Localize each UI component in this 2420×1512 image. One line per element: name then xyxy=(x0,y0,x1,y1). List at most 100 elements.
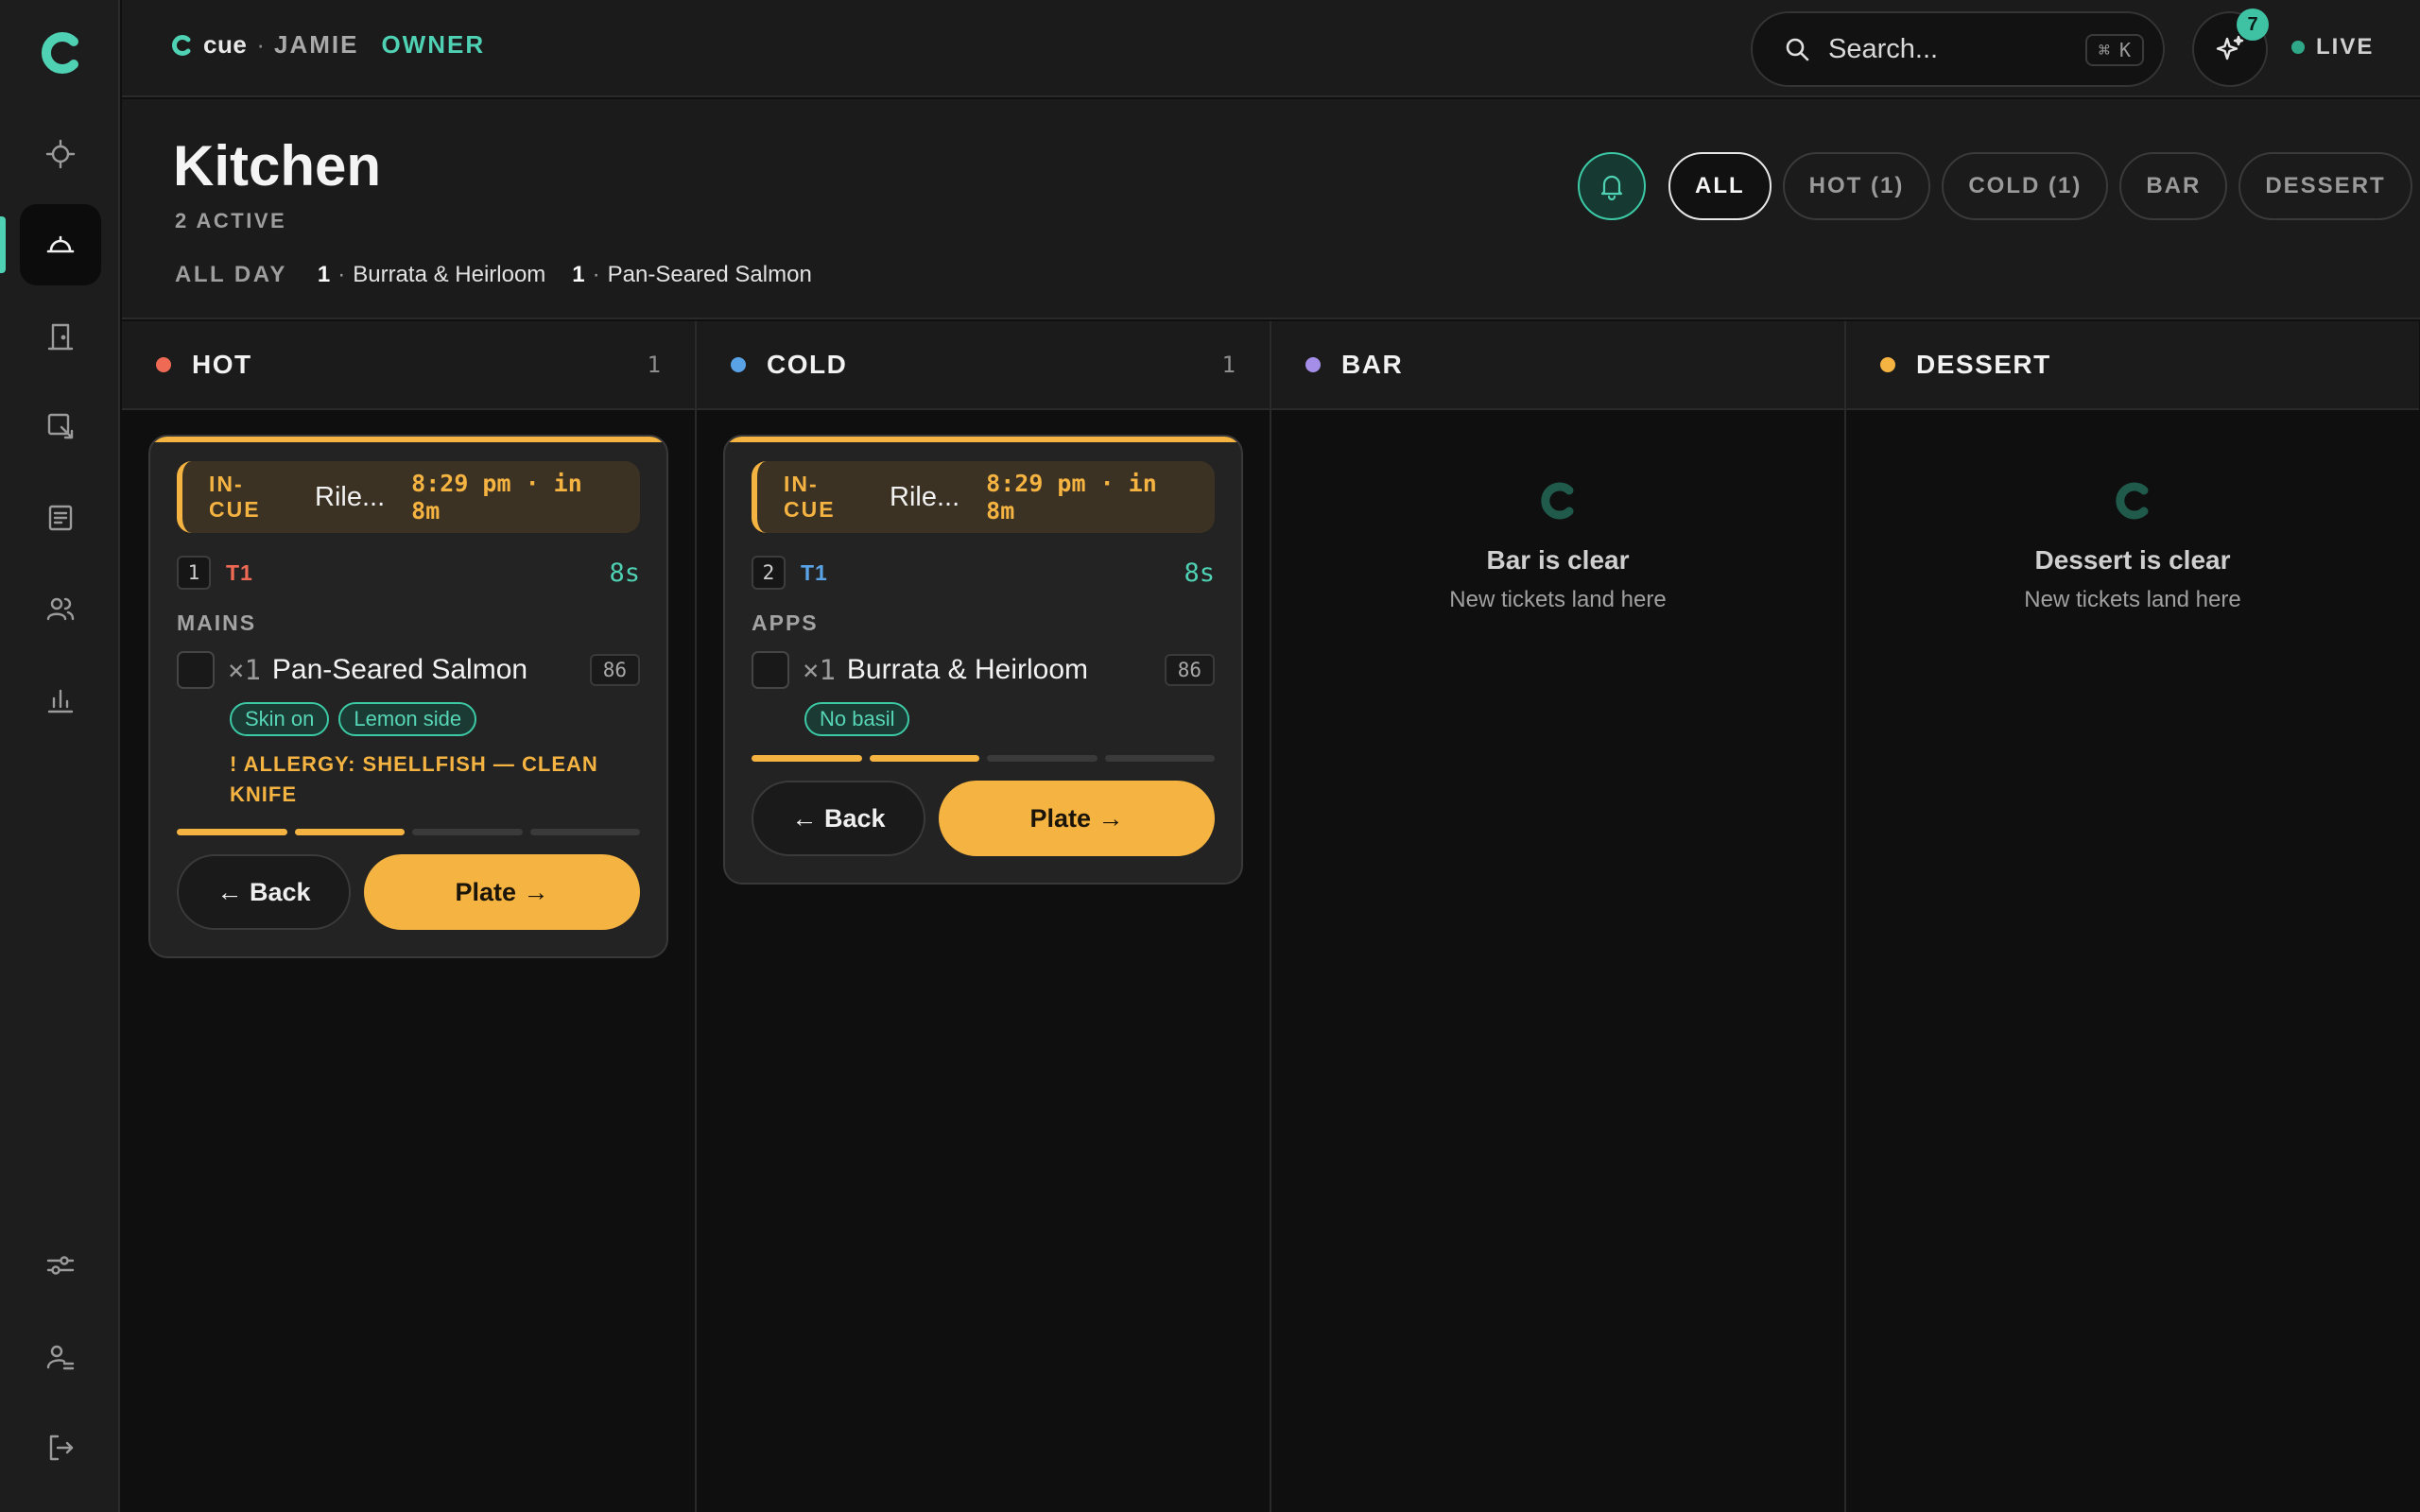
ticket-reservation: IN-CUE Rile... 8:29 pm · in 8m xyxy=(177,461,640,533)
nav-settings[interactable] xyxy=(20,1225,101,1306)
cue-logo-icon xyxy=(2116,482,2149,520)
item-modifiers: Skin on Lemon side xyxy=(230,702,640,736)
all-day-summary: ALL DAY 1 · Burrata & Heirloom 1 · Pan-Seare… xyxy=(175,262,838,288)
filter-dessert[interactable]: DESSERT xyxy=(2238,152,2412,220)
live-status: LIVE xyxy=(2291,34,2374,60)
all-day-item: 1 · Burrata & Heirloom xyxy=(317,262,546,287)
item-checkbox[interactable] xyxy=(177,651,215,689)
filter-hot[interactable]: HOT (1) xyxy=(1782,152,1931,220)
filter-bar[interactable]: BAR xyxy=(2119,152,2228,220)
column-count: 1 xyxy=(1221,352,1236,378)
column-name: HOT xyxy=(192,350,252,379)
eighty-six-button[interactable]: 86 xyxy=(1164,654,1215,686)
cue-brand-icon xyxy=(172,34,191,56)
user-name: JAMIE xyxy=(273,30,359,59)
nav-kitchen[interactable] xyxy=(20,204,101,285)
ticket-item: ×1 Burrata & Heirloom 86 xyxy=(752,649,1215,691)
sound-alert-button[interactable] xyxy=(1578,152,1646,220)
station-dot xyxy=(156,357,171,372)
progress-segment xyxy=(752,755,862,762)
column-count: 1 xyxy=(647,352,661,378)
logout-icon xyxy=(49,1435,74,1461)
brand-separator: · xyxy=(256,30,265,59)
item-name: Pan-Seared Salmon xyxy=(271,654,528,685)
column-name: BAR xyxy=(1341,350,1404,379)
kitchen-board: HOT 1 IN-CUE Rile... 8:29 pm · in 8m 1 T… xyxy=(122,321,2420,1512)
ticket-timer: 8s xyxy=(1184,558,1215,588)
item-name: Burrata & Heirloom xyxy=(846,654,1089,685)
progress-segment xyxy=(412,829,523,835)
live-label: LIVE xyxy=(2316,34,2375,60)
bar-chart-icon xyxy=(47,689,74,713)
search-icon xyxy=(1786,38,1809,61)
column-name: DESSERT xyxy=(1916,350,2051,379)
nav-logout[interactable] xyxy=(20,1407,101,1488)
active-count: 2 ACTIVE xyxy=(175,209,287,232)
modifier-tag: Lemon side xyxy=(338,702,477,736)
nav-reports[interactable] xyxy=(20,660,101,741)
back-button[interactable]: ← Back xyxy=(177,854,351,930)
user-settings-icon xyxy=(46,1345,75,1370)
table-number: T1 xyxy=(226,559,253,585)
brand-name: cue xyxy=(203,30,248,59)
search-input[interactable]: Search... ⌘ K xyxy=(1751,11,2165,87)
ticket-progress xyxy=(752,755,1215,762)
ticket-actions: ← Back Plate → xyxy=(752,781,1215,856)
cue-logo-icon xyxy=(1541,482,1574,520)
floor-plan-icon xyxy=(47,413,74,439)
nav-crosshair[interactable] xyxy=(20,113,101,195)
nav-orders[interactable] xyxy=(20,477,101,558)
plate-button[interactable]: Plate → xyxy=(939,781,1215,856)
plate-button[interactable]: Plate → xyxy=(364,854,640,930)
table-number: T1 xyxy=(801,559,828,585)
modifier-tag: No basil xyxy=(804,702,910,736)
allergy-warning: ! ALLERGY: SHELLFISH — CLEAN KNIFE xyxy=(230,752,598,806)
sparkle-icon xyxy=(2216,35,2244,60)
empty-title: Dessert is clear xyxy=(2034,545,2231,575)
nav-staff[interactable] xyxy=(20,568,101,649)
filter-cold[interactable]: COLD (1) xyxy=(1942,152,2109,220)
top-bar: cue · JAMIE OWNER Search... ⌘ K 7 LIVE xyxy=(122,0,2420,97)
search-shortcut: ⌘ K xyxy=(2084,34,2144,66)
nav-door[interactable] xyxy=(20,296,101,377)
eighty-six-button[interactable]: 86 xyxy=(589,654,640,686)
page-title: Kitchen xyxy=(173,134,382,198)
sliders-icon xyxy=(46,1256,75,1275)
brand: cue · JAMIE OWNER xyxy=(169,30,485,60)
ticket-item: ×1 Pan-Seared Salmon 86 xyxy=(177,649,640,691)
course-label: APPS xyxy=(752,610,819,635)
ticket-progress xyxy=(177,829,640,835)
empty-state: Bar is clear New tickets land here xyxy=(1271,478,1844,613)
progress-segment xyxy=(1104,755,1215,762)
progress-segment xyxy=(177,829,287,835)
user-role: OWNER xyxy=(381,30,486,59)
receipt-icon xyxy=(48,505,73,531)
modifier-tag: Skin on xyxy=(230,702,330,736)
nav-floor[interactable] xyxy=(20,386,101,467)
station-dot xyxy=(1305,357,1321,372)
back-button[interactable]: ← Back xyxy=(752,781,925,856)
all-day-item: 1 · Pan-Seared Salmon xyxy=(572,262,812,287)
cue-logo-icon[interactable] xyxy=(36,28,85,77)
guest-name: Rile... xyxy=(890,481,960,512)
item-checkbox[interactable] xyxy=(752,651,789,689)
crosshair-icon xyxy=(45,139,76,169)
ticket-card[interactable]: IN-CUE Rile... 8:29 pm · in 8m 1 T1 8s M… xyxy=(148,435,668,958)
column-header: DESSERT xyxy=(1846,321,2419,410)
active-nav-indicator xyxy=(0,216,6,273)
bell-icon xyxy=(1600,175,1623,201)
course-label: MAINS xyxy=(177,610,257,635)
empty-state: Dessert is clear New tickets land here xyxy=(1846,478,2419,613)
column-dessert: DESSERT Dessert is clear New tickets lan… xyxy=(1846,321,2419,1512)
ticket-actions: ← Back Plate → xyxy=(177,854,640,930)
filter-all[interactable]: ALL xyxy=(1668,152,1772,220)
page-header: Kitchen 2 ACTIVE ALL DAY 1 · Burrata & Hei… xyxy=(122,99,2420,319)
seat-number: 1 xyxy=(177,556,211,590)
progress-segment xyxy=(294,829,405,835)
empty-title: Bar is clear xyxy=(1486,545,1630,575)
empty-subtitle: New tickets land here xyxy=(2024,587,2241,612)
item-quantity: ×1 xyxy=(228,654,261,686)
ticket-meta: 1 T1 8s xyxy=(177,554,640,592)
ticket-card[interactable]: IN-CUE Rile... 8:29 pm · in 8m 2 T1 8s A… xyxy=(723,435,1243,885)
nav-account[interactable] xyxy=(20,1316,101,1398)
